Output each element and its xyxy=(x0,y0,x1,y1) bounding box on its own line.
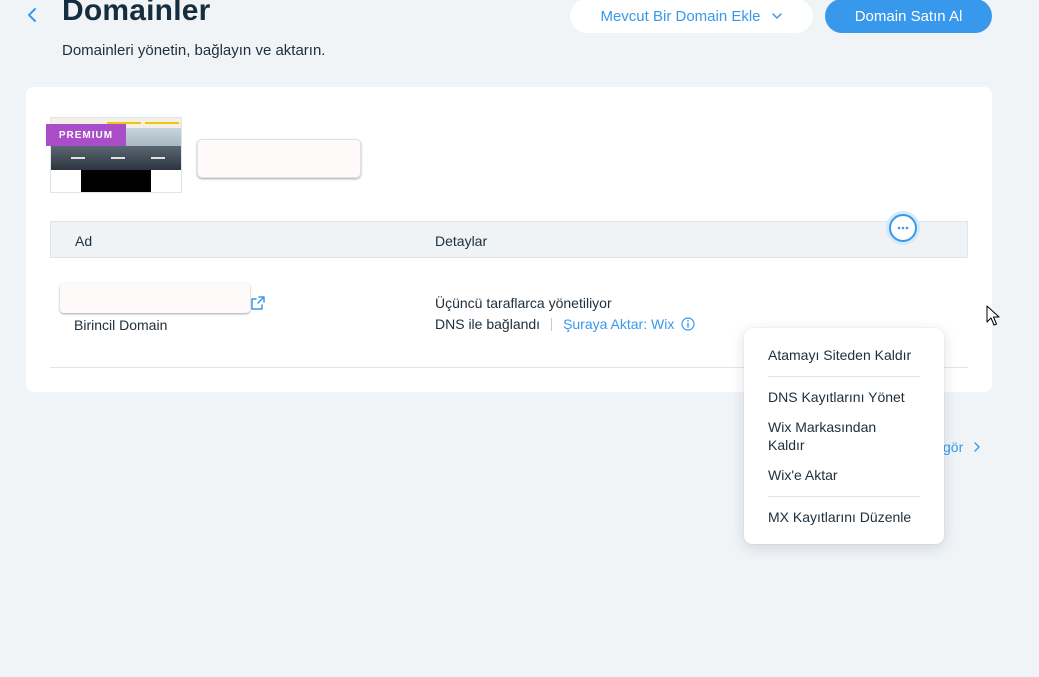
chevron-left-icon xyxy=(28,8,36,22)
back-button[interactable] xyxy=(22,4,44,26)
thumbnail-road xyxy=(51,146,181,170)
menu-item-remove-wix-branding[interactable]: Wix Markasından Kaldır xyxy=(768,418,908,454)
mouse-cursor-icon xyxy=(986,305,1000,326)
menu-item-manage-dns-records[interactable]: DNS Kayıtlarını Yönet xyxy=(768,388,928,406)
domain-name-redacted xyxy=(60,283,250,313)
separator xyxy=(551,317,553,331)
transfer-to-wix-link[interactable]: Şuraya Aktar: Wix xyxy=(563,316,674,332)
buy-domain-label: Domain Satın Al xyxy=(854,7,963,25)
page-title: Domainler xyxy=(62,0,211,27)
table-header: Ad Detaylar xyxy=(50,221,968,258)
more-horizontal-icon xyxy=(897,226,909,230)
chevron-right-icon xyxy=(974,442,980,452)
connection-status-line: DNS ile bağlandı Şuraya Aktar: Wix xyxy=(435,316,695,332)
menu-item-edit-mx-records[interactable]: MX Kayıtlarını Düzenle xyxy=(768,508,928,526)
see-all-link[interactable]: gör xyxy=(943,439,981,455)
thumbnail-dark-block xyxy=(81,170,151,192)
add-existing-domain-label: Mevcut Bir Domain Ekle xyxy=(600,7,761,25)
connection-status-text: DNS ile bağlandı xyxy=(435,316,541,332)
page-subtitle: Domainleri yönetin, bağlayın ve aktarın. xyxy=(62,42,326,59)
add-existing-domain-button[interactable]: Mevcut Bir Domain Ekle xyxy=(570,0,813,33)
column-header-name: Ad xyxy=(75,233,93,249)
menu-divider xyxy=(768,496,920,497)
premium-badge: PREMIUM xyxy=(46,124,126,146)
site-name-redacted xyxy=(197,139,361,178)
see-all-label: gör xyxy=(943,439,964,455)
menu-divider xyxy=(768,376,920,377)
info-icon[interactable] xyxy=(681,317,695,331)
more-actions-button[interactable] xyxy=(889,214,917,242)
open-domain-link[interactable] xyxy=(250,295,266,311)
external-link-icon xyxy=(251,296,265,310)
managed-by-third-party-text: Üçüncü taraflarca yönetiliyor xyxy=(435,295,612,311)
domain-actions-menu: Atamayı Siteden Kaldır DNS Kayıtlarını Y… xyxy=(744,328,944,544)
primary-domain-label: Birincil Domain xyxy=(74,317,168,333)
menu-item-unassign-from-site[interactable]: Atamayı Siteden Kaldır xyxy=(768,346,928,364)
chevron-down-icon xyxy=(771,13,782,19)
menu-item-transfer-to-wix[interactable]: Wix'e Aktar xyxy=(768,466,928,484)
column-header-details: Detaylar xyxy=(435,233,488,249)
buy-domain-button[interactable]: Domain Satın Al xyxy=(825,0,992,33)
